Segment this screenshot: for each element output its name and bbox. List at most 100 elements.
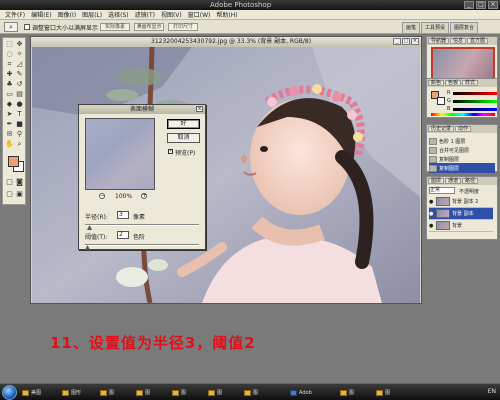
layer-row[interactable]: ● 背景 <box>429 220 493 232</box>
marquee-tool-icon[interactable]: ⬚ <box>5 40 14 49</box>
taskbar-item-label: 图 <box>385 390 391 396</box>
doc-maximize-button[interactable]: □ <box>402 38 410 45</box>
eyedropper-tool-icon[interactable]: ⚲ <box>15 130 24 139</box>
move-tool-icon[interactable]: ✥ <box>15 40 24 49</box>
tab-histogram[interactable]: 直方图 <box>467 38 489 44</box>
history-brush-icon[interactable]: ↺ <box>15 80 24 89</box>
maximize-button[interactable]: □ <box>476 1 486 9</box>
start-button[interactable] <box>2 385 17 400</box>
quick-mask-icon[interactable]: ◙ <box>15 178 24 187</box>
color-bg-swatch[interactable] <box>437 97 445 105</box>
taskbar-item[interactable]: 图形 <box>62 387 81 398</box>
menu-view[interactable]: 视图(V) <box>158 10 185 19</box>
dodge-tool-icon[interactable]: ● <box>15 100 24 109</box>
gradient-tool-icon[interactable]: ▤ <box>15 90 24 99</box>
system-tray[interactable]: EN <box>488 388 496 395</box>
menu-help[interactable]: 帮助(H) <box>213 10 240 19</box>
navigator-thumbnail[interactable] <box>431 47 495 81</box>
layer-row[interactable]: ● 背景 副本 2 <box>429 196 493 208</box>
color-b-slider[interactable] <box>453 108 497 111</box>
taskbar-item-photoshop[interactable]: Adob <box>290 387 312 398</box>
print-size-button[interactable]: 打印尺寸 <box>168 23 198 31</box>
standard-mode-icon[interactable]: □ <box>5 178 14 187</box>
tab-channels[interactable]: 通道 <box>445 178 462 184</box>
tab-navigator[interactable]: 导航器 <box>428 38 450 44</box>
tab-styles[interactable]: 样式 <box>462 80 479 86</box>
palette-well-presets-tab[interactable]: 工具预设 <box>421 22 450 34</box>
menu-image[interactable]: 图像(I) <box>55 10 79 19</box>
eraser-tool-icon[interactable]: ▭ <box>5 90 14 99</box>
eye-icon[interactable]: ● <box>429 211 434 217</box>
screen-mode-standard-icon[interactable]: ▢ <box>5 190 14 199</box>
doc-minimize-button[interactable]: _ <box>393 38 401 45</box>
palette-well-comps-tab[interactable]: 图层复合 <box>450 22 479 34</box>
crop-tool-icon[interactable]: ⌗ <box>5 60 14 69</box>
close-button[interactable]: × <box>488 1 498 9</box>
radius-slider[interactable] <box>85 224 199 226</box>
type-tool-icon[interactable]: T <box>15 110 24 119</box>
path-select-icon[interactable]: ➤ <box>5 110 14 119</box>
tab-info[interactable]: 信息 <box>450 38 467 44</box>
color-ramp[interactable] <box>431 113 495 116</box>
menu-select[interactable]: 选择(S) <box>105 10 132 19</box>
tab-layers[interactable]: 图层 <box>428 178 445 184</box>
color-g-slider[interactable] <box>453 100 497 103</box>
hand-tool-icon[interactable]: ✋ <box>5 140 14 149</box>
dialog-close-icon[interactable]: × <box>196 106 203 112</box>
radius-input[interactable]: 3 <box>117 211 129 219</box>
eye-icon[interactable]: ● <box>429 199 434 205</box>
blend-mode-select[interactable]: 正常 <box>429 187 455 194</box>
taskbar-item[interactable]: 图 <box>100 387 114 398</box>
stamp-tool-icon[interactable]: ♣ <box>5 80 14 89</box>
filter-preview[interactable] <box>85 118 155 190</box>
eye-icon[interactable]: ● <box>429 223 434 229</box>
taskbar-item[interactable]: 图 <box>376 387 390 398</box>
minimize-button[interactable]: _ <box>464 1 474 9</box>
zoom-tool-icon[interactable]: ⌕ <box>4 22 18 32</box>
color-r-slider[interactable] <box>453 92 497 95</box>
pen-tool-icon[interactable]: ✒ <box>5 120 14 129</box>
zoom-out-icon[interactable]: − <box>99 193 105 199</box>
menu-filter[interactable]: 滤镜(T) <box>132 10 158 19</box>
notes-tool-icon[interactable]: ✉ <box>5 130 14 139</box>
menu-edit[interactable]: 编辑(E) <box>28 10 54 19</box>
taskbar-item[interactable]: 图 <box>244 387 258 398</box>
threshold-slider[interactable] <box>85 244 199 246</box>
cancel-button[interactable]: 取消 <box>167 133 200 143</box>
blur-tool-icon[interactable]: ◆ <box>5 100 14 109</box>
taskbar-item[interactable]: 美图 <box>22 387 41 398</box>
tab-color[interactable]: 颜色 <box>428 80 445 86</box>
ok-button[interactable]: 好 <box>167 119 200 129</box>
palette-well-brushes-tab[interactable]: 画笔 <box>402 22 421 34</box>
resize-windows-checkbox[interactable] <box>24 24 30 30</box>
zoom-in-icon[interactable]: + <box>141 193 147 199</box>
fit-screen-button[interactable]: 满画布显示 <box>134 23 164 31</box>
tab-swatches[interactable]: 色板 <box>445 80 462 86</box>
tab-history[interactable]: 历史记录 <box>428 126 455 132</box>
tab-paths[interactable]: 路径 <box>462 178 479 184</box>
history-item-selected[interactable]: 复制图层 <box>429 163 495 173</box>
magic-wand-tool-icon[interactable]: ✧ <box>15 50 24 59</box>
foreground-color-swatch[interactable] <box>8 156 19 167</box>
actual-pixels-button[interactable]: 实际像素 <box>100 23 130 31</box>
screen-mode-full-icon[interactable]: ▣ <box>15 190 24 199</box>
threshold-input[interactable]: 2 <box>117 231 129 239</box>
preview-checkbox[interactable]: ✓ <box>168 149 173 154</box>
taskbar-item[interactable]: 图 <box>172 387 186 398</box>
slice-tool-icon[interactable]: ◿ <box>15 60 24 69</box>
taskbar-item[interactable]: 图 <box>340 387 354 398</box>
layer-row-selected[interactable]: ● 背景 副本 <box>429 208 493 220</box>
healing-brush-icon[interactable]: ✚ <box>5 70 14 79</box>
tab-actions[interactable]: 动作 <box>455 126 472 132</box>
shape-tool-icon[interactable]: ■ <box>15 120 24 129</box>
menu-layer[interactable]: 图层(L) <box>79 10 105 19</box>
taskbar-item[interactable]: 图 <box>136 387 150 398</box>
taskbar-item-label: 图形 <box>71 390 82 396</box>
lasso-tool-icon[interactable]: ◌ <box>5 50 14 59</box>
doc-close-button[interactable]: × <box>411 38 419 45</box>
zoom-tool-small-icon[interactable]: ⌕ <box>15 140 24 149</box>
menu-file[interactable]: 文件(F) <box>2 10 28 19</box>
taskbar-item[interactable]: 图 <box>208 387 222 398</box>
menu-window[interactable]: 窗口(W) <box>185 10 214 19</box>
brush-tool-icon[interactable]: ✎ <box>15 70 24 79</box>
